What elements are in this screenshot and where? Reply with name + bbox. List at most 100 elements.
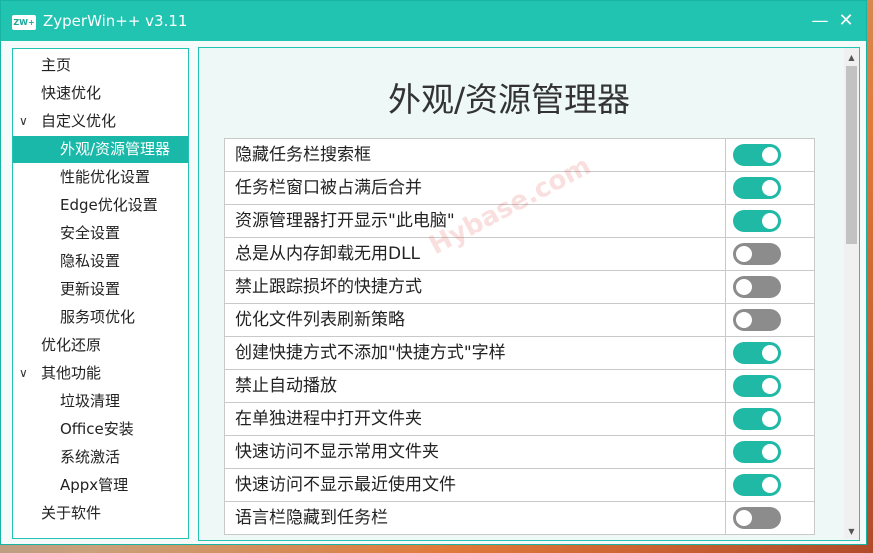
- close-button[interactable]: ✕: [833, 9, 859, 33]
- sidebar-item[interactable]: Office安装: [13, 416, 188, 443]
- vertical-scrollbar[interactable]: ▲ ▼: [844, 48, 859, 539]
- settings-table: 隐藏任务栏搜索框任务栏窗口被占满后合并资源管理器打开显示"此电脑" 总是从内存卸载…: [224, 138, 815, 535]
- sidebar-item[interactable]: ∨ 其他功能: [13, 360, 188, 387]
- row-divider: [725, 304, 726, 336]
- setting-toggle-switch[interactable]: [733, 243, 781, 265]
- setting-label: 禁止自动播放: [235, 376, 337, 396]
- sidebar-item-label: 自定义优化: [41, 112, 117, 130]
- sidebar-item[interactable]: 关于软件: [13, 500, 188, 527]
- sidebar-item-label: 关于软件: [41, 504, 102, 522]
- setting-toggle-switch[interactable]: [733, 342, 781, 364]
- sidebar-item-label: 快速优化: [41, 84, 102, 102]
- setting-toggle-switch[interactable]: [733, 375, 781, 397]
- toggle-knob: [736, 279, 752, 295]
- sidebar-item[interactable]: 主页: [13, 52, 188, 79]
- sidebar-nav: 主页快速优化 ∨ 自定义优化外观/资源管理器 性能优化设置 Edge优化设置 安全设置隐私…: [12, 48, 189, 539]
- setting-row: 快速访问不显示最近使用文件: [224, 469, 815, 502]
- scroll-thumb[interactable]: [846, 66, 857, 244]
- sidebar-item-label: 外观/资源管理器: [60, 140, 171, 158]
- sidebar-item-label: 隐私设置: [60, 252, 121, 270]
- minimize-button[interactable]: —: [807, 9, 833, 33]
- sidebar-item-label: Edge优化设置: [60, 196, 158, 214]
- sidebar-item-label: 性能优化设置: [60, 168, 151, 186]
- sidebar-item[interactable]: 性能优化设置: [13, 164, 188, 191]
- setting-row: 资源管理器打开显示"此电脑": [224, 205, 815, 238]
- setting-row: 快速访问不显示常用文件夹: [224, 436, 815, 469]
- setting-label: 快速访问不显示最近使用文件: [235, 475, 456, 495]
- setting-row: 隐藏任务栏搜索框: [224, 139, 815, 172]
- chevron-down-icon[interactable]: ∨: [19, 360, 28, 387]
- page-title: 外观/资源管理器: [387, 80, 631, 119]
- row-divider: [725, 403, 726, 435]
- window-title: ZyperWin++ v3.11: [43, 12, 188, 30]
- setting-label: 总是从内存卸载无用DLL: [235, 244, 421, 264]
- sidebar-item[interactable]: Appx管理: [13, 472, 188, 499]
- sidebar-item[interactable]: 安全设置: [13, 220, 188, 247]
- setting-label: 在单独进程中打开文件夹: [235, 409, 422, 429]
- sidebar-item-label: 安全设置: [60, 224, 121, 242]
- toggle-knob: [762, 147, 778, 163]
- row-divider: [725, 337, 726, 369]
- app-window: ZW+ ZyperWin++ v3.11 — ✕ 主页 快速优化 ∨ 自定义优化 外观/…: [0, 0, 867, 545]
- toggle-knob: [736, 312, 752, 328]
- sidebar-item-label: 更新设置: [60, 280, 121, 298]
- setting-row: 在单独进程中打开文件夹: [224, 403, 815, 436]
- sidebar-item[interactable]: 更新设置: [13, 276, 188, 303]
- setting-label: 快速访问不显示常用文件夹: [235, 442, 439, 462]
- toggle-knob: [762, 213, 778, 229]
- sidebar-item-label: 其他功能: [41, 364, 102, 382]
- sidebar-item[interactable]: 垃圾清理: [13, 388, 188, 415]
- setting-label: 禁止跟踪损坏的快捷方式: [235, 277, 422, 297]
- toggle-knob: [762, 411, 778, 427]
- row-divider: [725, 172, 726, 204]
- toggle-knob: [762, 444, 778, 460]
- sidebar-item[interactable]: Edge优化设置: [13, 192, 188, 219]
- row-divider: [725, 469, 726, 501]
- setting-row: 语言栏隐藏到任务栏: [224, 502, 815, 535]
- sidebar-item[interactable]: 优化还原: [13, 332, 188, 359]
- sidebar-item[interactable]: 外观/资源管理器: [13, 136, 188, 163]
- setting-toggle-switch[interactable]: [733, 276, 781, 298]
- setting-toggle-switch[interactable]: [733, 144, 781, 166]
- sidebar-item-label: 垃圾清理: [60, 392, 121, 410]
- setting-toggle-switch[interactable]: [733, 309, 781, 331]
- sidebar-item-label: Office安装: [60, 420, 134, 438]
- app-logo-icon: ZW+: [12, 15, 36, 30]
- setting-toggle-switch[interactable]: [733, 441, 781, 463]
- toggle-knob: [762, 345, 778, 361]
- setting-row: 任务栏窗口被占满后合并: [224, 172, 815, 205]
- row-divider: [725, 139, 726, 171]
- setting-toggle-switch[interactable]: [733, 408, 781, 430]
- main-content: 外观/资源管理器 隐藏任务栏搜索框任务栏窗口被占满后合并资源管理器打开显示"此电…: [198, 47, 860, 541]
- sidebar-item-label: 系统激活: [60, 448, 121, 466]
- sidebar-item[interactable]: 系统激活: [13, 444, 188, 471]
- setting-row: 优化文件列表刷新策略: [224, 304, 815, 337]
- scroll-up-arrow-icon[interactable]: ▲: [844, 51, 859, 65]
- setting-row: 创建快捷方式不添加"快捷方式"字样: [224, 337, 815, 370]
- sidebar-item-label: 优化还原: [41, 336, 102, 354]
- row-divider: [725, 370, 726, 402]
- sidebar-item[interactable]: 隐私设置: [13, 248, 188, 275]
- setting-row: 禁止自动播放: [224, 370, 815, 403]
- setting-label: 任务栏窗口被占满后合并: [235, 178, 422, 198]
- sidebar-item-label: 服务项优化: [60, 308, 136, 326]
- row-divider: [725, 436, 726, 468]
- row-divider: [725, 205, 726, 237]
- sidebar-item[interactable]: ∨ 自定义优化: [13, 108, 188, 135]
- sidebar-item[interactable]: 服务项优化: [13, 304, 188, 331]
- sidebar-item[interactable]: 快速优化: [13, 80, 188, 107]
- setting-label: 创建快捷方式不添加"快捷方式"字样: [235, 343, 506, 363]
- scroll-down-arrow-icon[interactable]: ▼: [844, 525, 859, 539]
- setting-label: 优化文件列表刷新策略: [235, 310, 405, 330]
- chevron-down-icon[interactable]: ∨: [19, 108, 28, 135]
- setting-toggle-switch[interactable]: [733, 507, 781, 529]
- setting-toggle-switch[interactable]: [733, 474, 781, 496]
- setting-toggle-switch[interactable]: [733, 177, 781, 199]
- setting-label: 隐藏任务栏搜索框: [235, 145, 371, 165]
- title-bar[interactable]: ZW+ ZyperWin++ v3.11 — ✕: [1, 1, 866, 41]
- row-divider: [725, 502, 726, 534]
- setting-label: 资源管理器打开显示"此电脑": [235, 211, 455, 231]
- setting-toggle-switch[interactable]: [733, 210, 781, 232]
- setting-row: 总是从内存卸载无用DLL: [224, 238, 815, 271]
- sidebar-item-label: 主页: [41, 56, 72, 74]
